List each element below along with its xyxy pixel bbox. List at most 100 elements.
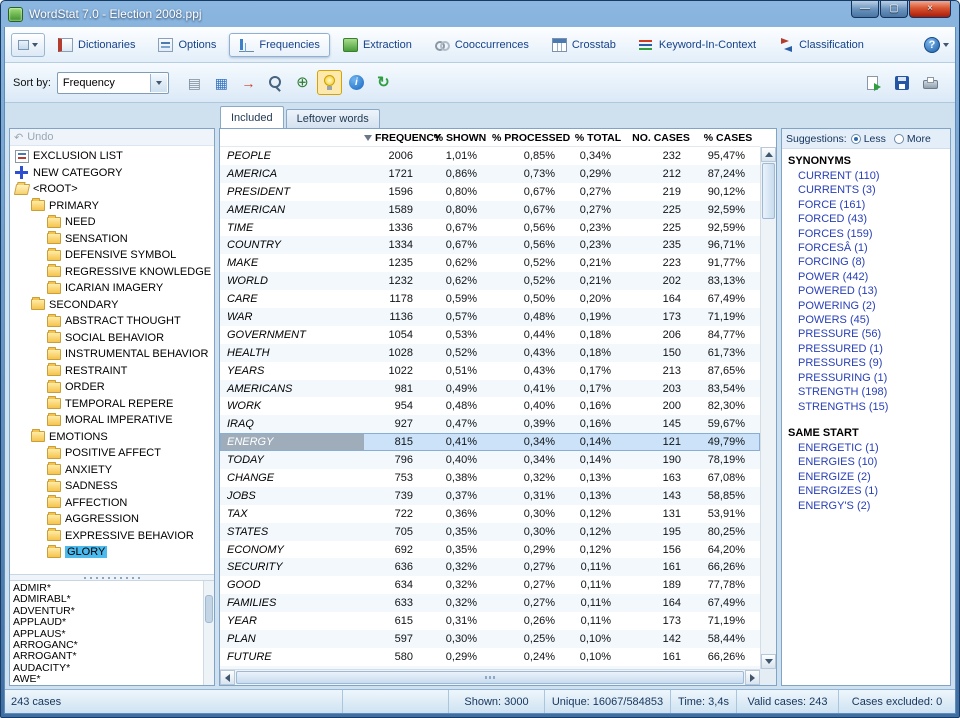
info-button[interactable]: i (344, 70, 369, 95)
view-menu-button[interactable] (11, 33, 45, 57)
table-row[interactable]: PLAN 597 0,30% 0,25% 0,10% 142 58,44% (220, 630, 760, 648)
suggestion-item[interactable]: PRESSURED (1) (788, 342, 950, 356)
export-list-button[interactable]: → (236, 70, 261, 95)
table-row[interactable]: AMERICA 1721 0,86% 0,73% 0,29% 212 87,24… (220, 165, 760, 183)
tree-item[interactable]: PRIMARY (10, 198, 214, 215)
sort-by-select[interactable]: Frequency (57, 72, 169, 94)
table-row[interactable]: TAX 722 0,36% 0,30% 0,12% 131 53,91% (220, 505, 760, 523)
tree-item[interactable]: REGRESSIVE KNOWLEDGE (10, 264, 214, 281)
tree-item[interactable]: AFFECTION (10, 495, 214, 512)
tree-item[interactable]: EMOTIONS (10, 429, 214, 446)
suggestions-radio-option[interactable]: Less (851, 133, 886, 145)
save-button[interactable] (889, 70, 914, 95)
word-list-item[interactable]: APPLAUD* (13, 617, 202, 628)
table-row[interactable]: JOBS 739 0,37% 0,31% 0,13% 143 58,85% (220, 487, 760, 505)
table-row[interactable]: YEAR 615 0,31% 0,26% 0,11% 173 71,19% (220, 612, 760, 630)
chart-button[interactable]: ▦ (209, 70, 234, 95)
suggestion-item[interactable]: STRENGTH (198) (788, 385, 950, 399)
suggestion-item[interactable]: POWERED (13) (788, 284, 950, 298)
tree-item[interactable]: NEW CATEGORY (10, 165, 214, 182)
tree-item[interactable]: ABSTRACT THOUGHT (10, 313, 214, 330)
suggestion-item[interactable]: POWER (442) (788, 270, 950, 284)
suggestion-item[interactable]: FORCING (8) (788, 255, 950, 269)
tree-item[interactable]: SECONDARY (10, 297, 214, 314)
table-row[interactable]: TODAY 796 0,40% 0,34% 0,14% 190 78,19% (220, 451, 760, 469)
suggestion-item[interactable]: PRESSURING (1) (788, 371, 950, 385)
table-row[interactable]: PRESIDENT 1596 0,80% 0,67% 0,27% 219 90,… (220, 183, 760, 201)
help-button[interactable]: ? (924, 37, 949, 53)
tab-classification[interactable]: Classification (769, 33, 874, 57)
minimize-button[interactable]: — (851, 1, 879, 18)
horizontal-scrollbar[interactable] (220, 669, 760, 685)
tree-item[interactable]: INSTRUMENTAL BEHAVIOR (10, 346, 214, 363)
table-row[interactable]: SECURITY 636 0,32% 0,27% 0,11% 161 66,26… (220, 558, 760, 576)
table-row[interactable]: GOVERNMENT 1054 0,53% 0,44% 0,18% 206 84… (220, 326, 760, 344)
tab-cooccurrences[interactable]: Cooccurrences (425, 33, 539, 57)
table-row[interactable]: CARE 1178 0,59% 0,50% 0,20% 164 67,49% (220, 290, 760, 308)
tree-item[interactable]: SOCIAL BEHAVIOR (10, 330, 214, 347)
suggestion-item[interactable]: CURRENT (110) (788, 169, 950, 183)
tree-item[interactable]: NEED (10, 214, 214, 231)
tree-item[interactable]: SADNESS (10, 478, 214, 495)
word-list-item[interactable]: AUDACITY* (13, 663, 202, 674)
tree-item[interactable]: ORDER (10, 379, 214, 396)
suggestion-item[interactable]: POWERING (2) (788, 299, 950, 313)
print-button[interactable] (918, 70, 943, 95)
tab-dictionaries[interactable]: Dictionaries (48, 33, 145, 57)
table-row[interactable]: FUTURE 580 0,29% 0,24% 0,10% 161 66,26% (220, 648, 760, 666)
tree-item[interactable]: <ROOT> (10, 181, 214, 198)
table-row[interactable]: MAKE 1235 0,62% 0,52% 0,21% 223 91,77% (220, 254, 760, 272)
column-header-frequency[interactable]: FREQUENCY (364, 132, 428, 144)
table-row[interactable]: AMERICANS 981 0,49% 0,41% 0,17% 203 83,5… (220, 380, 760, 398)
tree-item[interactable]: RESTRAINT (10, 363, 214, 380)
suggestion-item[interactable]: POWERS (45) (788, 313, 950, 327)
panel-splitter[interactable] (10, 574, 214, 581)
tree-item[interactable]: MORAL IMPERATIVE (10, 412, 214, 429)
table-row[interactable]: PEOPLE 2006 1,01% 0,85% 0,34% 232 95,47% (220, 147, 760, 165)
suggestions-button[interactable] (317, 70, 342, 95)
table-row[interactable]: WORLD 1232 0,62% 0,52% 0,21% 202 83,13% (220, 272, 760, 290)
tab-options[interactable]: Options (148, 33, 226, 57)
table-row[interactable]: GOOD 634 0,32% 0,27% 0,11% 189 77,78% (220, 576, 760, 594)
column-header-total[interactable]: % TOTAL (570, 132, 626, 144)
table-row[interactable]: IRAQ 927 0,47% 0,39% 0,16% 145 59,67% (220, 415, 760, 433)
undo-strip[interactable]: ↶ Undo (10, 129, 214, 146)
table-row[interactable]: CHANGE 753 0,38% 0,32% 0,13% 163 67,08% (220, 469, 760, 487)
suggestion-item[interactable]: FORCED (43) (788, 212, 950, 226)
tree-item[interactable]: SENSATION (10, 231, 214, 248)
radio-icon[interactable] (894, 134, 904, 144)
suggestion-item[interactable]: PRESSURE (56) (788, 327, 950, 341)
scrollbar-thumb[interactable] (762, 163, 775, 219)
table-row[interactable]: HEALTH 1028 0,52% 0,43% 0,18% 150 61,73% (220, 344, 760, 362)
word-report-button[interactable]: ▤ (182, 70, 207, 95)
table-row[interactable]: STATES 705 0,35% 0,30% 0,12% 195 80,25% (220, 523, 760, 541)
tab-crosstab[interactable]: Crosstab (542, 33, 626, 57)
search-button[interactable] (263, 70, 288, 95)
tab-extraction[interactable]: Extraction (333, 33, 422, 57)
table-row[interactable]: COUNTRY 1334 0,67% 0,56% 0,23% 235 96,71… (220, 236, 760, 254)
scroll-up-arrow[interactable] (761, 147, 776, 162)
suggestion-item[interactable]: ENERGIZES (1) (788, 484, 950, 498)
suggestion-item[interactable]: FORCE (161) (788, 198, 950, 212)
suggestion-item[interactable]: ENERGIES (10) (788, 455, 950, 469)
tab-leftover-words[interactable]: Leftover words (286, 109, 380, 128)
tree-item[interactable]: TEMPORAL REPERE (10, 396, 214, 413)
tab-included[interactable]: Included (220, 106, 284, 128)
column-header-processed[interactable]: % PROCESSED (492, 132, 570, 144)
vertical-scrollbar[interactable] (760, 147, 776, 669)
table-row[interactable]: TIME 1336 0,67% 0,56% 0,23% 225 92,59% (220, 219, 760, 237)
tree-item[interactable]: GLORY (10, 544, 214, 561)
scroll-down-arrow[interactable] (761, 654, 776, 669)
suggestions-radio-option[interactable]: More (894, 133, 931, 145)
scrollbar-thumb[interactable] (205, 595, 213, 623)
suggestion-item[interactable]: PRESSURES (9) (788, 356, 950, 370)
tree-item[interactable]: DEFENSIVE SYMBOL (10, 247, 214, 264)
suggestion-item[interactable]: ENERGETIC (1) (788, 441, 950, 455)
radio-icon[interactable] (851, 134, 861, 144)
tab-frequencies[interactable]: Frequencies (229, 33, 330, 57)
suggestion-item[interactable]: ENERGIZE (2) (788, 470, 950, 484)
close-button[interactable]: × (909, 1, 951, 18)
column-header-cases[interactable]: % CASES (696, 132, 760, 144)
table-row[interactable]: ECONOMY 692 0,35% 0,29% 0,12% 156 64,20% (220, 541, 760, 559)
scroll-right-arrow[interactable] (745, 670, 760, 685)
